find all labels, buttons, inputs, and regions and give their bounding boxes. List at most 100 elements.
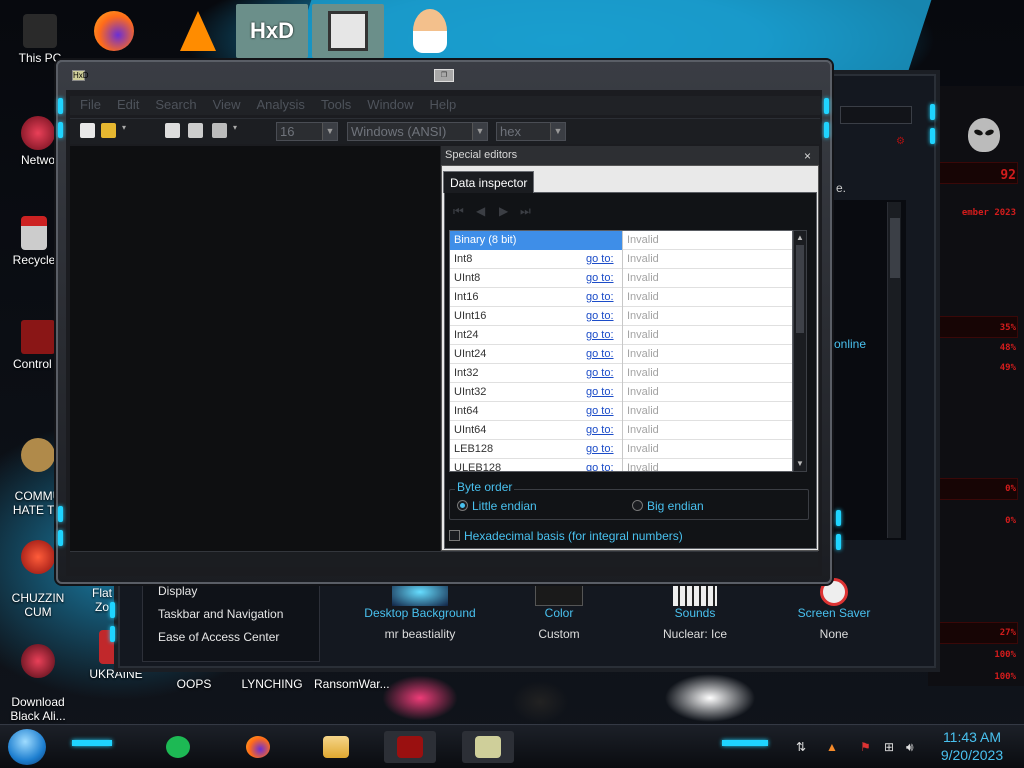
- start-button[interactable]: [8, 729, 46, 765]
- goto-link[interactable]: go to:: [586, 462, 614, 471]
- desktop-icon-oops[interactable]: OOPS: [162, 677, 226, 691]
- first-icon[interactable]: ⏮: [453, 204, 465, 218]
- menu-edit[interactable]: Edit: [107, 96, 145, 115]
- hex-basis-label[interactable]: Hexadecimal basis (for integral numbers): [464, 529, 683, 543]
- tray-flag-icon[interactable]: ⚑: [860, 740, 871, 754]
- goto-link[interactable]: go to:: [586, 424, 614, 436]
- link-taskbar-navigation[interactable]: Taskbar and Navigation: [158, 607, 283, 621]
- goto-link[interactable]: go to:: [586, 367, 614, 379]
- close-icon[interactable]: ×: [804, 149, 811, 163]
- table-row[interactable]: LEB128 go to: Invalid: [450, 440, 792, 459]
- hex-basis-checkbox[interactable]: [449, 530, 460, 541]
- taskbar-accent: [72, 740, 112, 746]
- hxd-app-icon[interactable]: HxD: [72, 70, 89, 81]
- table-row[interactable]: UInt24 go to: Invalid: [450, 345, 792, 364]
- goto-link[interactable]: go to:: [586, 291, 614, 303]
- firefox-icon[interactable]: [86, 4, 142, 58]
- network-icon[interactable]: ⊞: [884, 740, 894, 754]
- table-row[interactable]: Int32 go to: Invalid: [450, 364, 792, 383]
- hxd-icon[interactable]: HxD: [236, 4, 308, 58]
- desktop-background-setting[interactable]: Desktop Background mr beastiality: [360, 578, 480, 641]
- data-inspector-grid: Binary (8 bit) Invalid Int8 go to: Invalid …: [449, 230, 793, 472]
- save-all-icon[interactable]: [188, 123, 203, 138]
- color-setting[interactable]: Color Custom: [499, 578, 619, 641]
- menu-window[interactable]: Window: [357, 96, 419, 115]
- screen-saver-setting[interactable]: Screen Saver None: [774, 578, 894, 641]
- file-explorer-icon[interactable]: [310, 731, 362, 763]
- bytes-per-row-select[interactable]: 16 ▼: [276, 122, 338, 141]
- menu-file[interactable]: File: [70, 96, 107, 115]
- big-endian-label[interactable]: Big endian: [647, 499, 704, 513]
- network-icon: [21, 116, 55, 150]
- alienware-app-icon[interactable]: [384, 731, 436, 763]
- desktop-icon-ransomware[interactable]: RansomWar...: [314, 677, 390, 691]
- open-file-icon[interactable]: [101, 123, 116, 138]
- notes-app-icon[interactable]: [152, 731, 204, 763]
- save-icon[interactable]: [165, 123, 180, 138]
- desktop-icon-download-black-ali[interactable]: Download Black Ali...: [6, 630, 70, 723]
- horizontal-scrollbar[interactable]: [70, 551, 818, 567]
- back-window-help-icon[interactable]: ⚙: [896, 136, 905, 147]
- little-endian-radio[interactable]: [457, 500, 468, 511]
- table-row[interactable]: UInt64 go to: Invalid: [450, 421, 792, 440]
- link-display[interactable]: Display: [158, 584, 197, 598]
- get-more-themes-online-link[interactable]: online: [834, 337, 866, 351]
- data-inspector-scrollbar[interactable]: ▲ ▼: [793, 230, 807, 472]
- vlc-icon[interactable]: [170, 4, 226, 58]
- window-dropdown-icon[interactable]: ▾: [233, 123, 241, 138]
- goto-link[interactable]: go to:: [586, 329, 614, 341]
- goto-link[interactable]: go to:: [586, 386, 614, 398]
- firefox-icon[interactable]: [232, 731, 284, 763]
- volume-icon[interactable]: 🔊︎: [906, 740, 914, 755]
- search-box[interactable]: [840, 106, 912, 124]
- goto-link[interactable]: go to:: [586, 310, 614, 322]
- open-dropdown-icon[interactable]: ▾: [122, 123, 130, 138]
- hex-editor-area[interactable]: [70, 146, 440, 551]
- table-row[interactable]: UInt32 go to: Invalid: [450, 383, 792, 402]
- table-row[interactable]: Int8 go to: Invalid: [450, 250, 792, 269]
- link-ease-of-access[interactable]: Ease of Access Center: [158, 630, 279, 644]
- desktop-icon-lynching[interactable]: LYNCHING: [240, 677, 304, 691]
- offset-base-select[interactable]: hex ▼: [496, 122, 566, 141]
- window-icon[interactable]: [212, 123, 227, 138]
- control-panel-icon: [21, 320, 55, 354]
- goto-link[interactable]: go to:: [586, 348, 614, 360]
- table-row[interactable]: Int64 go to: Invalid: [450, 402, 792, 421]
- table-row[interactable]: UInt8 go to: Invalid: [450, 269, 792, 288]
- doctor-icon[interactable]: [402, 4, 458, 58]
- table-row[interactable]: Binary (8 bit) Invalid: [450, 231, 792, 250]
- menu-view[interactable]: View: [203, 96, 247, 115]
- personalization-scrollbar[interactable]: [887, 202, 901, 538]
- new-file-icon[interactable]: [80, 123, 95, 138]
- table-row[interactable]: ULEB128 go to: Invalid: [450, 459, 792, 471]
- big-endian-radio[interactable]: [632, 500, 643, 511]
- scroll-down-icon[interactable]: ▼: [795, 459, 805, 469]
- table-row[interactable]: Int24 go to: Invalid: [450, 326, 792, 345]
- next-icon[interactable]: ▶: [499, 204, 511, 218]
- desktop-icon-this-pc[interactable]: This PC: [8, 14, 72, 65]
- goto-link[interactable]: go to:: [586, 443, 614, 455]
- little-endian-label[interactable]: Little endian: [472, 499, 537, 513]
- previous-icon[interactable]: ◀: [476, 204, 488, 218]
- table-row[interactable]: Int16 go to: Invalid: [450, 288, 792, 307]
- table-row[interactable]: UInt16 go to: Invalid: [450, 307, 792, 326]
- tab-data-inspector[interactable]: Data inspector: [443, 171, 535, 193]
- charset-select[interactable]: Windows (ANSI) ▼: [347, 122, 488, 141]
- frame-accent: [58, 530, 63, 546]
- goto-link[interactable]: go to:: [586, 405, 614, 417]
- goto-link[interactable]: go to:: [586, 272, 614, 284]
- tray-app-icon[interactable]: ▲: [826, 740, 838, 754]
- menu-tools[interactable]: Tools: [311, 96, 357, 115]
- sounds-setting[interactable]: Sounds Nuclear: Ice: [635, 578, 755, 641]
- tray-overflow-icon[interactable]: ⇅: [796, 740, 806, 754]
- menu-analysis[interactable]: Analysis: [247, 96, 311, 115]
- scroll-up-icon[interactable]: ▲: [795, 233, 805, 243]
- goto-link[interactable]: go to:: [586, 253, 614, 265]
- hxd-icon[interactable]: [462, 731, 514, 763]
- menu-help[interactable]: Help: [420, 96, 463, 115]
- restore-button[interactable]: ❐: [434, 69, 454, 82]
- system-clock[interactable]: 11:43 AM 9/20/2023: [932, 728, 1012, 764]
- menu-search[interactable]: Search: [145, 96, 202, 115]
- maze-app-icon[interactable]: [312, 4, 384, 58]
- last-icon[interactable]: ⏭: [520, 204, 532, 218]
